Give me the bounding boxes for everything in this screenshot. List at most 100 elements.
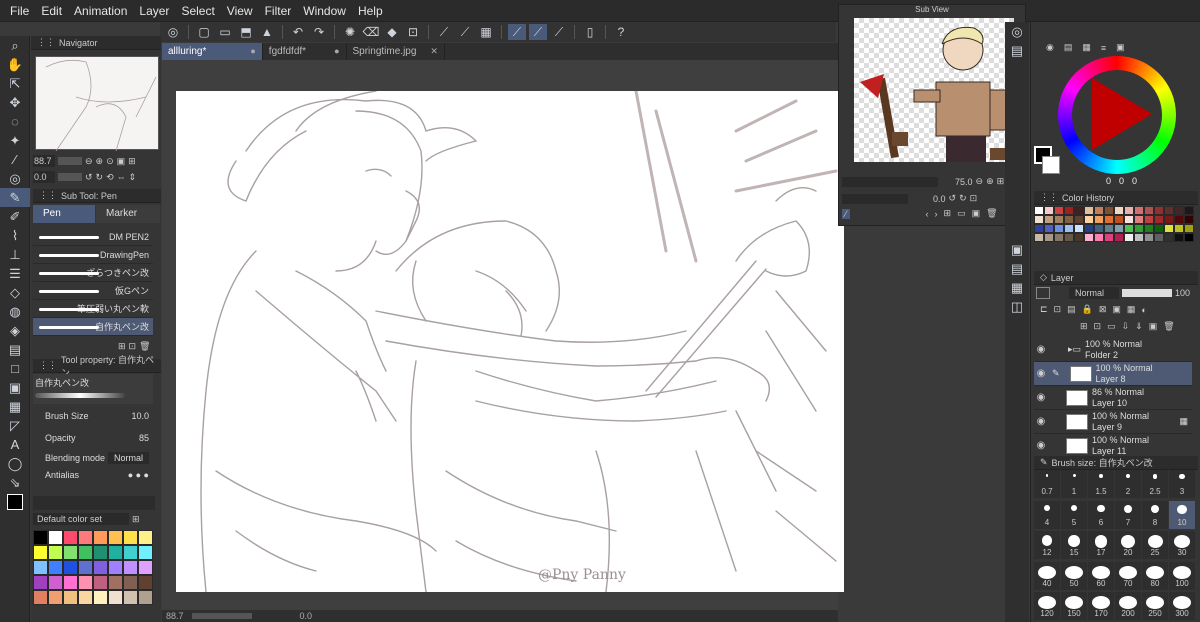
eye-icon[interactable]: ◉ — [1034, 416, 1048, 427]
color-swatch[interactable] — [93, 575, 108, 590]
help-icon[interactable]: ? — [612, 24, 630, 40]
layer-opacity[interactable]: 100 — [1175, 288, 1190, 298]
eyedropper-icon[interactable]: ⁄ — [842, 208, 850, 219]
tab-springtime[interactable]: Springtime.jpg ✕ — [347, 43, 445, 60]
color-swatch[interactable] — [48, 545, 63, 560]
brush-size-option[interactable]: 170 — [1088, 592, 1114, 621]
brush-item[interactable]: DM PEN2 — [33, 228, 153, 246]
menu-item-edit[interactable]: Edit — [35, 0, 68, 22]
history-swatch[interactable] — [1124, 215, 1134, 224]
lasso-icon[interactable]: ◌ — [0, 112, 30, 131]
history-swatch[interactable] — [1094, 206, 1104, 215]
history-swatch[interactable] — [1104, 233, 1114, 242]
intermediate-color-icon[interactable]: ▤ — [1064, 42, 1073, 53]
color-swatch[interactable] — [108, 590, 123, 605]
color-swatch[interactable] — [33, 560, 48, 575]
color-swatch[interactable] — [123, 530, 138, 545]
rgb-g[interactable]: 0 — [1119, 176, 1124, 186]
history-swatch[interactable] — [1104, 215, 1114, 224]
brush-size-option[interactable]: 100 — [1169, 561, 1195, 590]
brush-size-option[interactable]: 10 — [1169, 500, 1195, 529]
history-swatch[interactable] — [1074, 206, 1084, 215]
zoom-slider[interactable] — [191, 613, 252, 619]
layer-icon[interactable]: ◫ — [1005, 297, 1029, 316]
brush-item[interactable]: ざらつきペン改 — [33, 264, 153, 282]
color-swatch[interactable] — [123, 545, 138, 560]
history-swatch[interactable] — [1164, 233, 1174, 242]
pencil-icon[interactable]: ✐ — [0, 207, 30, 226]
history-swatch[interactable] — [1054, 206, 1064, 215]
brush-size-option[interactable]: 200 — [1115, 592, 1141, 621]
brush-size-option[interactable]: 120 — [1034, 592, 1060, 621]
rgb-r[interactable]: 0 — [1106, 176, 1111, 186]
color-swatch[interactable] — [63, 575, 78, 590]
correct-line-icon[interactable]: ⇘ — [0, 473, 30, 492]
history-swatch[interactable] — [1064, 215, 1074, 224]
text-icon[interactable]: A — [0, 435, 30, 454]
history-swatch[interactable] — [1084, 233, 1094, 242]
history-swatch[interactable] — [1174, 233, 1184, 242]
color-swatch[interactable] — [138, 560, 153, 575]
color-swatch[interactable] — [63, 545, 78, 560]
eye-icon[interactable]: ◉ — [1034, 368, 1048, 379]
fill-icon[interactable]: ◈ — [0, 321, 30, 340]
blending-row[interactable]: Blending mode Normal — [33, 448, 155, 468]
color-swatch[interactable] — [108, 545, 123, 560]
color-swatch[interactable] — [93, 530, 108, 545]
brush-size-option[interactable]: 2 — [1115, 470, 1141, 498]
new-folder-icon[interactable]: ▭ — [1107, 321, 1116, 332]
history-swatch[interactable] — [1064, 224, 1074, 233]
history-swatch[interactable] — [1064, 233, 1074, 242]
history-swatch[interactable] — [1134, 233, 1144, 242]
brush-size-option[interactable]: 7 — [1115, 500, 1141, 529]
color-wheel-tab-icon[interactable]: ◉ — [1046, 42, 1054, 53]
flip-h-icon[interactable]: ⇔ — [117, 172, 126, 182]
layer-row[interactable]: ◉ 100 % Normal Layer 11 — [1034, 434, 1192, 458]
history-swatch[interactable] — [1174, 215, 1184, 224]
fit-icon[interactable]: ⊞ — [997, 176, 1005, 187]
history-swatch[interactable] — [1114, 233, 1124, 242]
color-wheel-icon[interactable]: ◎ — [1005, 22, 1029, 41]
history-swatch[interactable] — [1114, 224, 1124, 233]
history-swatch[interactable] — [1134, 206, 1144, 215]
add-subtool-icon[interactable]: ⊡ — [129, 341, 137, 352]
color-set-select[interactable]: Default color set — [33, 513, 129, 525]
color-swatch[interactable] — [108, 560, 123, 575]
color-swatch[interactable] — [48, 590, 63, 605]
rgb-b[interactable]: 0 — [1132, 176, 1137, 186]
color-swatch[interactable] — [108, 530, 123, 545]
redo-icon[interactable]: ↷ — [310, 24, 328, 40]
actual-size-icon[interactable]: ▣ — [117, 156, 126, 167]
save-icon[interactable]: ⬒ — [237, 24, 255, 40]
eye-icon[interactable]: ◉ — [1034, 392, 1048, 403]
history-swatch[interactable] — [1154, 233, 1164, 242]
brush-size-option[interactable]: 1.5 — [1088, 470, 1114, 498]
history-swatch[interactable] — [1054, 233, 1064, 242]
history-swatch[interactable] — [1054, 224, 1064, 233]
color-swatch[interactable] — [123, 560, 138, 575]
history-swatch[interactable] — [1094, 233, 1104, 242]
trash-icon[interactable]: 🗑 — [1163, 321, 1174, 332]
brush-size-option[interactable]: 15 — [1061, 531, 1087, 560]
color-swatch[interactable] — [138, 590, 153, 605]
history-swatch[interactable] — [1074, 215, 1084, 224]
blending-select[interactable]: Normal — [107, 452, 149, 464]
color-swatch[interactable] — [138, 575, 153, 590]
brush-size-option[interactable]: 80 — [1142, 561, 1168, 590]
subview-angle-slider[interactable] — [842, 193, 908, 204]
layer-opacity-slider[interactable] — [1122, 289, 1172, 297]
brush-size-option[interactable]: 8 — [1142, 500, 1168, 529]
perspective-icon[interactable]: ⟋ — [550, 24, 568, 40]
figure-icon[interactable]: □ — [0, 359, 30, 378]
color-swatch[interactable] — [78, 575, 93, 590]
loading-icon[interactable]: ✺ — [341, 24, 359, 40]
color-triangle[interactable] — [1092, 78, 1152, 150]
history-swatch[interactable] — [1144, 233, 1154, 242]
reset-rotate-icon[interactable]: ⟲ — [106, 172, 114, 183]
history-swatch[interactable] — [1124, 233, 1134, 242]
color-set-tab-icon[interactable]: ▣ — [1116, 42, 1125, 53]
history-swatch[interactable] — [1184, 224, 1194, 233]
ruler-icon[interactable]: ▦ — [1127, 304, 1136, 315]
history-swatch[interactable] — [1184, 206, 1194, 215]
rotate-right-icon[interactable]: ↻ — [96, 172, 104, 183]
